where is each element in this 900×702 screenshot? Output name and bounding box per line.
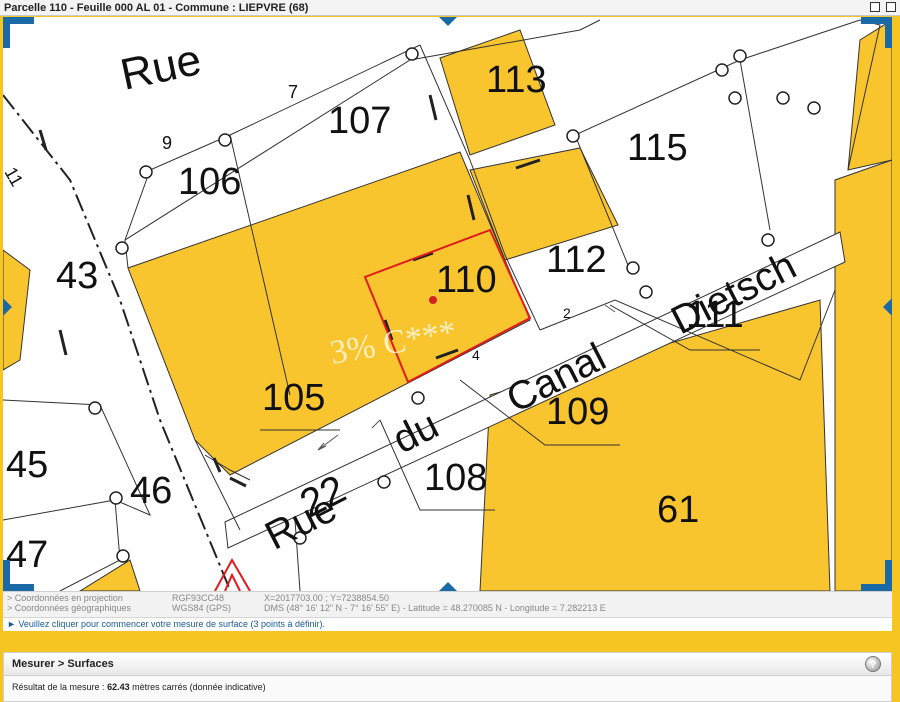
boundary-marker bbox=[639, 285, 653, 299]
parcel-number: 43 bbox=[56, 255, 98, 297]
window-title: Parcelle 110 - Feuille 000 AL 01 - Commu… bbox=[4, 2, 309, 14]
parcel-number: 115 bbox=[627, 127, 688, 169]
restore-icon[interactable] bbox=[869, 2, 880, 12]
parcel-number: 108 bbox=[424, 457, 487, 499]
boundary-marker bbox=[139, 165, 153, 179]
boundary-marker bbox=[377, 475, 391, 489]
geographic-system: WGS84 (GPS) bbox=[172, 603, 232, 613]
projection-value: X=2017703.00 ; Y=7238854.50 bbox=[264, 593, 389, 603]
map-corner bbox=[3, 560, 34, 591]
boundary-marker bbox=[761, 233, 775, 247]
boundary-marker bbox=[566, 129, 580, 143]
street-arrow bbox=[604, 304, 616, 313]
map-corner bbox=[861, 560, 892, 591]
map-canvas: 3% C*** Rue Rue du Canal Dietsch 113 107… bbox=[3, 19, 892, 591]
parcel-number: 61 bbox=[657, 489, 699, 531]
geographic-label: > Coordonnées géographiques bbox=[7, 603, 131, 613]
boundary-marker bbox=[109, 491, 123, 505]
boundary-marker bbox=[115, 241, 129, 255]
boundary-marker bbox=[116, 549, 130, 563]
boundary-marker bbox=[728, 91, 742, 105]
house-number: 9 bbox=[162, 133, 172, 153]
parcel-number: 107 bbox=[328, 100, 391, 142]
cadastral-map[interactable]: 3% C*** Rue Rue du Canal Dietsch 113 107… bbox=[3, 17, 892, 591]
map-corner bbox=[3, 17, 34, 48]
projection-label: > Coordonnées en projection bbox=[7, 593, 123, 603]
house-number: 7 bbox=[288, 82, 298, 102]
geographic-row: > Coordonnées géographiques WGS84 (GPS) DM… bbox=[7, 604, 892, 614]
street-arrow bbox=[371, 419, 381, 429]
help-icon[interactable]: ? bbox=[865, 656, 881, 672]
parcel-number: 111 bbox=[686, 294, 744, 336]
parcel-number: 113 bbox=[486, 59, 547, 101]
alignment-mark bbox=[58, 329, 68, 356]
boundary-marker bbox=[807, 101, 821, 115]
street-label-rue-top: Rue bbox=[116, 35, 205, 100]
pan-west-arrow[interactable] bbox=[3, 298, 12, 316]
result-label: Résultat de la mesure : bbox=[12, 682, 105, 692]
window-title-bar: Parcelle 110 - Feuille 000 AL 01 - Commu… bbox=[0, 0, 900, 16]
alignment-mark bbox=[229, 476, 247, 488]
pan-north-arrow[interactable] bbox=[439, 17, 457, 26]
parcel-number: 46 bbox=[130, 470, 172, 512]
parcel-line bbox=[739, 59, 771, 231]
boundary-marker bbox=[776, 91, 790, 105]
house-number: 2 bbox=[563, 305, 571, 321]
measure-panel-header: Mesurer > Surfaces ? bbox=[4, 653, 891, 676]
boundary-marker bbox=[88, 401, 102, 415]
parcel-number: 109 bbox=[546, 391, 609, 433]
boundary-marker bbox=[733, 49, 747, 63]
measure-panel: Mesurer > Surfaces ? Résultat de la mesu… bbox=[3, 652, 892, 702]
geographic-value: DMS (48° 16' 12" N - 7° 16' 55" E) - Lat… bbox=[264, 603, 606, 613]
parcel-number: 45 bbox=[6, 444, 48, 486]
parcel-number: 106 bbox=[178, 161, 241, 203]
result-value: 62.43 bbox=[107, 682, 130, 692]
measure-panel-title: Mesurer > Surfaces bbox=[12, 658, 114, 670]
result-unit: mètres carrés (donnée indicative) bbox=[132, 682, 266, 692]
parcel-number: 105 bbox=[262, 377, 325, 419]
parcel-number: 112 bbox=[546, 239, 607, 281]
parcel-line bbox=[574, 19, 861, 136]
house-number: 11 bbox=[3, 164, 27, 190]
boundary-marker bbox=[715, 63, 729, 77]
measure-result: Résultat de la mesure : 62.43 mètres car… bbox=[4, 676, 891, 692]
boundary-marker bbox=[626, 261, 640, 275]
maximize-icon[interactable] bbox=[886, 2, 896, 12]
coordinates-panel: > Coordonnées en projection RGF93CC48 X=20… bbox=[3, 591, 892, 617]
alignment-mark bbox=[428, 94, 438, 121]
boundary-marker bbox=[405, 47, 419, 61]
house-number: 4 bbox=[472, 347, 480, 363]
parcel-number: 110 bbox=[436, 259, 497, 301]
measure-instruction: ► Veuillez cliquer pour commencer votre … bbox=[3, 617, 892, 631]
projection-system: RGF93CC48 bbox=[172, 593, 225, 603]
pan-south-arrow[interactable] bbox=[439, 582, 457, 591]
parcel-area bbox=[834, 159, 892, 591]
boundary-marker bbox=[218, 133, 232, 147]
map-corner bbox=[861, 17, 892, 48]
window-controls bbox=[867, 2, 896, 14]
street-arrow bbox=[317, 434, 339, 451]
boundary-marker bbox=[411, 391, 425, 405]
pan-east-arrow[interactable] bbox=[883, 298, 892, 316]
